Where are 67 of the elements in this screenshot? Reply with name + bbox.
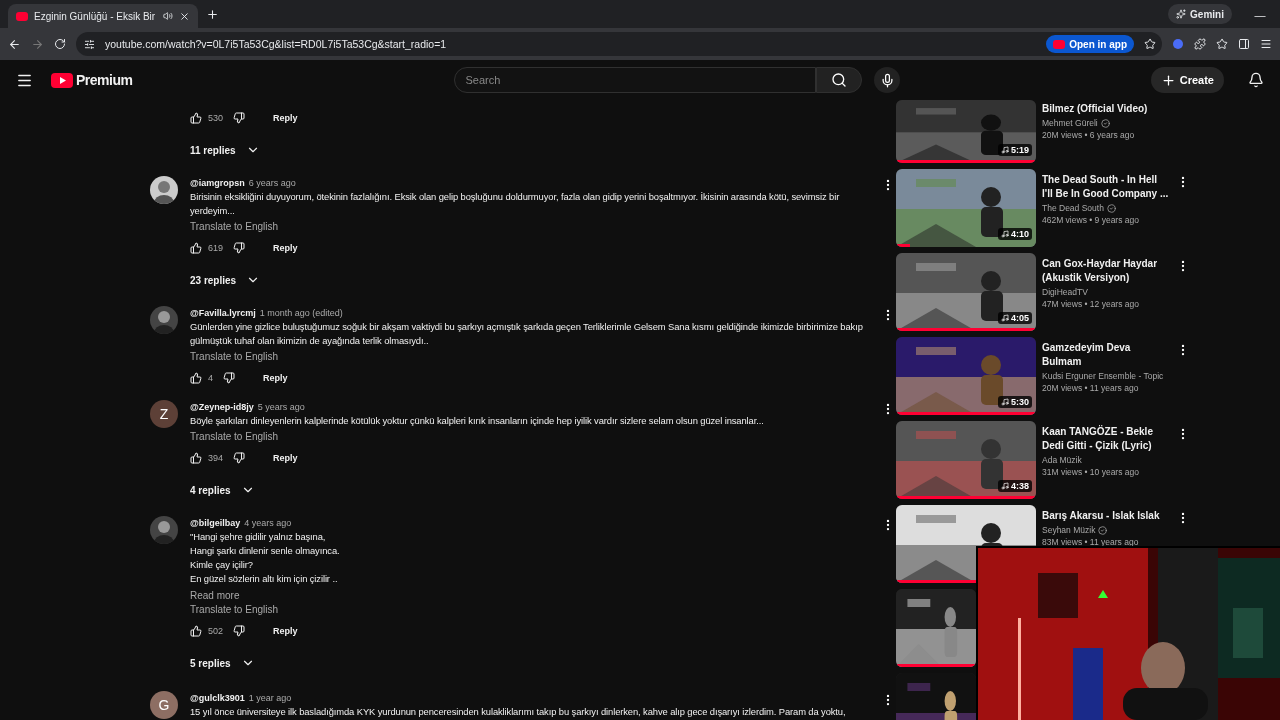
translate-link[interactable]: Translate to English [190, 221, 278, 232]
comment-time: 5 years ago [257, 402, 305, 412]
video-title[interactable]: Can Gox-Haydar Haydar (Akustik Versiyon) [1042, 257, 1170, 285]
channel-name[interactable]: Mehmet Güreli [1042, 118, 1098, 128]
comment-text: "Hangi şehre gidilir yalnız başına, Hangi şarkı dinlenir senle olmayınca. Kimle çay içilir? En güzel sözlerin altı kim için çizilir .. [190, 530, 341, 586]
translate-link[interactable]: Translate to English [190, 351, 278, 362]
video-title[interactable]: Bilmez (Official Video) [1042, 102, 1170, 116]
reply-button[interactable]: Reply [267, 452, 304, 464]
comment-text: Günlerden yine gizlice buluştuğumuz soğuk bir akşam vaktiydi bu şarkıyı açmıştık şarkıda geçen Terliklerimle Gelsem Sana kısmı geldiğinde ikimizde birbirimize bakıp gülmüştük tuhaf olan ikimizin de ayağında terlik olmasıydı.. [190, 320, 864, 348]
channel-name[interactable]: Seyhan Müzik [1042, 525, 1096, 535]
video-meta: 31M views • 10 years ago [1042, 467, 1140, 477]
reply-button[interactable]: Reply [267, 242, 304, 254]
address-bar[interactable]: youtube.com/watch?v=0L7i5Ta53Cg&list=RD0L7i5Ta53Cg&start_radio=1 Open in app [76, 32, 1162, 56]
like-count: 394 [208, 453, 224, 463]
youtube-logo[interactable]: Premium [51, 72, 133, 88]
avatar[interactable]: Z [150, 400, 178, 428]
like-count: 502 [208, 626, 224, 636]
translate-link[interactable]: Translate to English [190, 604, 278, 615]
video-meta: 83M views • 11 years ago [1042, 537, 1140, 547]
like-count: 530 [208, 113, 224, 123]
video-title[interactable]: Barış Akarsu - Islak Islak [1042, 509, 1170, 523]
reply-button[interactable]: Reply [267, 112, 304, 124]
comment-text: 15 yıl önce üniversiteye ilk basladığımda KYK yurdunun penceresinden kulakliklarımı takıp bu şarkıyı dinlerken, kahve alıp gece dışarıyı izlerdim. Param da yoktu, [190, 705, 847, 719]
video-title[interactable]: The Dead South - In Hell I'll Be In Good Company ... [1042, 173, 1170, 201]
minimize-button[interactable]: — [1240, 8, 1280, 22]
comment-time: 1 month ago (edited) [259, 308, 343, 318]
comment-author[interactable]: @Zeynep-id8jy [190, 402, 254, 412]
comment-author[interactable]: @iamgropsn [190, 178, 245, 188]
create-button[interactable]: Create [1150, 67, 1224, 93]
video-title[interactable]: Gamzedeyim Deva Bulmam [1042, 341, 1170, 369]
open-in-app-button[interactable]: Open in app [1046, 35, 1134, 53]
translate-link[interactable]: Translate to English [190, 431, 278, 442]
comment-author[interactable]: @Favilla.lyrcmj [190, 308, 256, 318]
like-count: 619 [208, 243, 224, 253]
gemini-button[interactable]: Gemini [1168, 4, 1232, 24]
comment-time: 6 years ago [248, 178, 296, 188]
search-field[interactable]: Search [454, 67, 817, 93]
replies-button[interactable]: 5 replies [190, 647, 869, 679]
video-meta: 20M views • 6 years ago [1042, 130, 1136, 140]
duration-badge: 5:19 [998, 144, 1032, 156]
channel-name[interactable]: Ada Müzik [1042, 455, 1082, 465]
reply-button[interactable]: Reply [257, 372, 294, 384]
comment-time: 1 year ago [248, 693, 292, 703]
duration-badge: 5:30 [998, 396, 1032, 408]
replies-button[interactable]: 23 replies [190, 264, 869, 296]
duration-badge: 4:05 [998, 312, 1032, 324]
channel-name[interactable]: DigiHeadTV [1042, 287, 1088, 297]
reply-button[interactable]: Reply [267, 625, 304, 637]
comment-author[interactable]: @bilgeilbay [190, 518, 241, 528]
avatar[interactable]: G [150, 691, 178, 719]
replies-button[interactable]: 4 replies [190, 474, 869, 506]
comment-text: Böyle şarkıları dinleyenlerin kalplerinde kötülük yoktur çünkü kalpleri kırık insanların içinde hep iyilik vardır sizlere selam olsun güzel insanlar... [190, 414, 765, 428]
comment-author[interactable]: @gulclk3901 [190, 693, 245, 703]
replies-button[interactable]: 11 replies [190, 134, 895, 166]
comment-text: Birisinin eksikliğini duyuyorum, ötekinin fazlalığını. Eksik olan gelip boşluğunu doldurmuyor, fazla olan gidip yerini boşaltmıyor. İkisinin arasında kötü, sevimsiz bir yerdeyim... [190, 190, 841, 218]
video-meta: 47M views • 12 years ago [1042, 299, 1140, 309]
video-meta: 462M views • 9 years ago [1042, 215, 1140, 225]
duration-badge: 4:10 [998, 228, 1032, 240]
comment-time: 4 years ago [244, 518, 292, 528]
channel-name[interactable]: Kudsi Erguner Ensemble - Topic [1042, 371, 1164, 381]
browser-tab[interactable]: Ezginin Günlüğü - Eksik Bir [8, 4, 198, 28]
like-count: 4 [208, 373, 213, 383]
video-meta: 20M views • 11 years ago [1042, 383, 1140, 393]
read-more-link[interactable]: Read more [190, 590, 240, 601]
video-title[interactable]: Kaan TANGÖZE - Bekle Dedi Gitti - Çizik (Lyric) [1042, 425, 1170, 453]
channel-name[interactable]: The Dead South [1042, 203, 1104, 213]
duration-badge: 4:38 [998, 480, 1032, 492]
